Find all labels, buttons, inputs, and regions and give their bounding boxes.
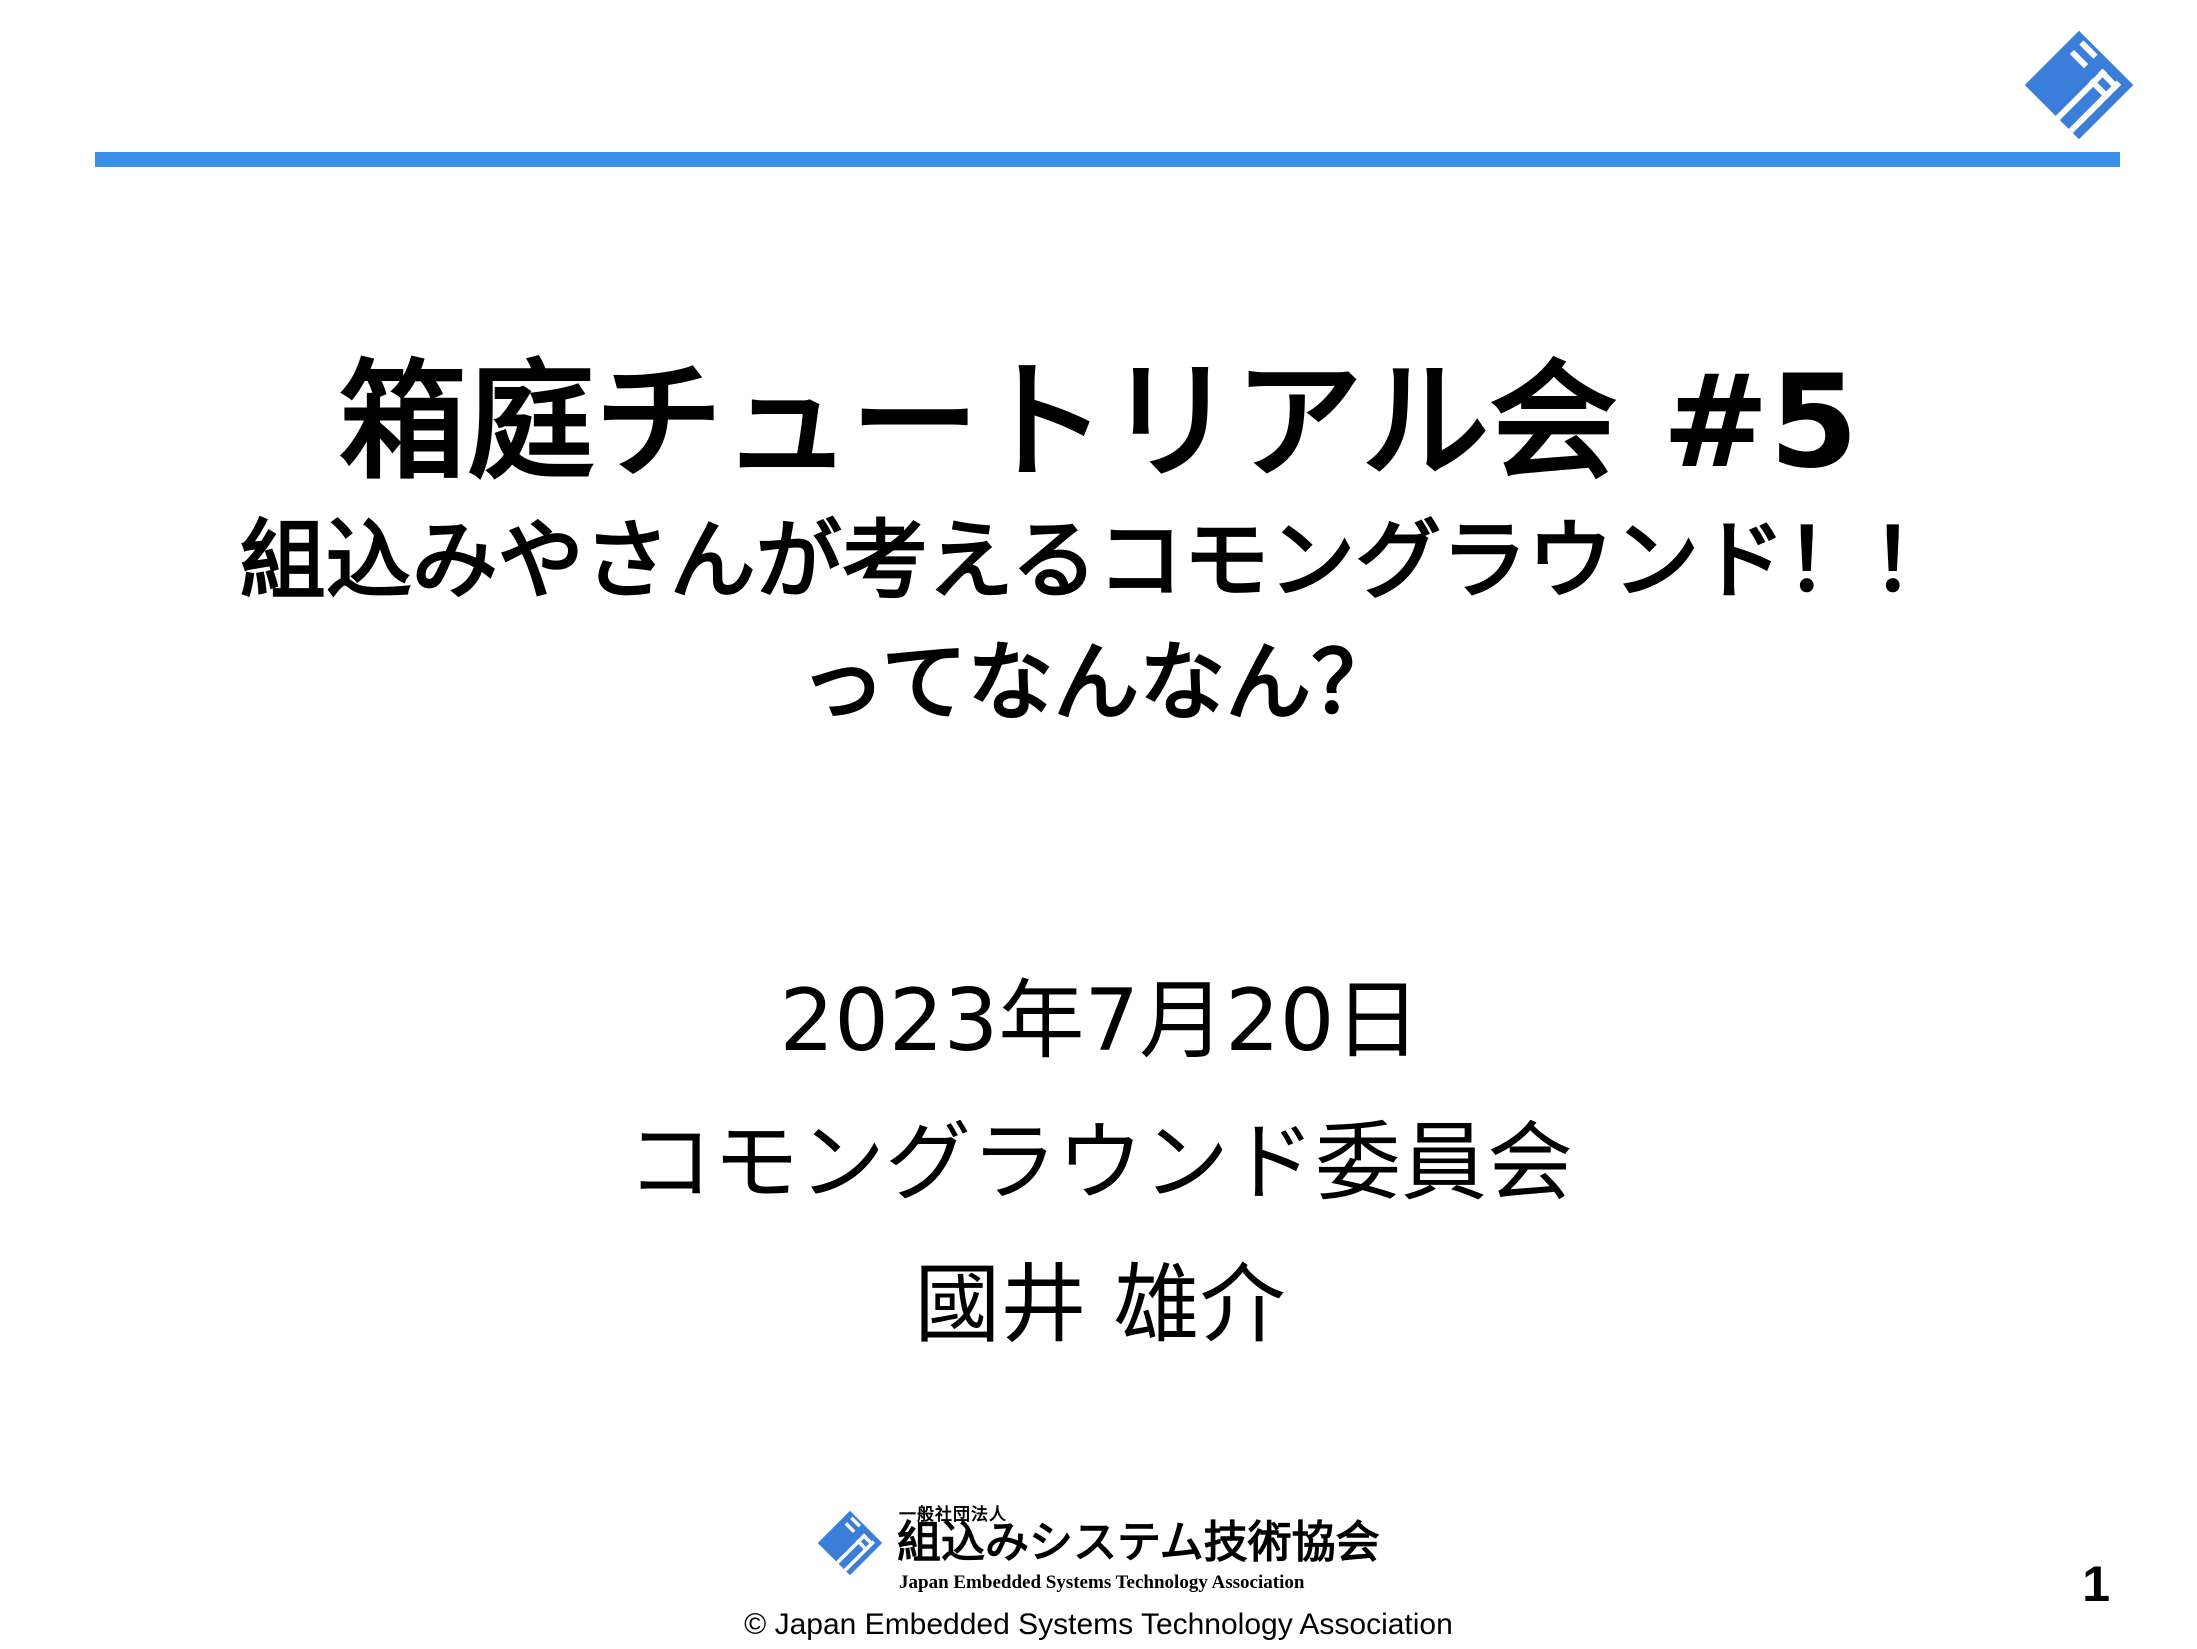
slide: 箱庭チュートリアル会 #5 組込みやさんが考えるコモングラウンド！！ ってなんな… <box>0 0 2197 1649</box>
slide-subtitle-line-2: ってなんなん？ <box>799 633 1398 733</box>
slide-title: 箱庭チュートリアル会 #5 <box>338 348 1859 497</box>
header-rule <box>95 152 2120 167</box>
org-name-english: Japan Embedded Systems Technology Associ… <box>899 1572 1305 1593</box>
jasa-logo-icon <box>2020 26 2138 144</box>
presentation-info: 2023年7月20日 コモングラウンド委員会 國井 雄介 <box>200 950 2000 1376</box>
page-number: 1 <box>2082 1556 2110 1612</box>
organization-logo: 一般社団法人 組込みシステム技術協会 Japan Embedded System… <box>815 1500 1380 1595</box>
title-block: 箱庭チュートリアル会 #5 組込みやさんが考えるコモングラウンド！！ ってなんな… <box>60 345 2137 744</box>
committee-name: コモングラウンド委員会 <box>627 1113 1573 1213</box>
jasa-logo-icon <box>815 1508 885 1578</box>
presenter-name: 國井 雄介 <box>914 1255 1286 1355</box>
presentation-date: 2023年7月20日 <box>779 971 1421 1071</box>
slide-subtitle-line-1: 組込みやさんが考えるコモングラウンド！！ <box>239 511 1958 611</box>
org-name: 組込みシステム技術協会 <box>897 1517 1380 1568</box>
copyright-notice: © Japan Embedded Systems Technology Asso… <box>744 1608 1453 1641</box>
